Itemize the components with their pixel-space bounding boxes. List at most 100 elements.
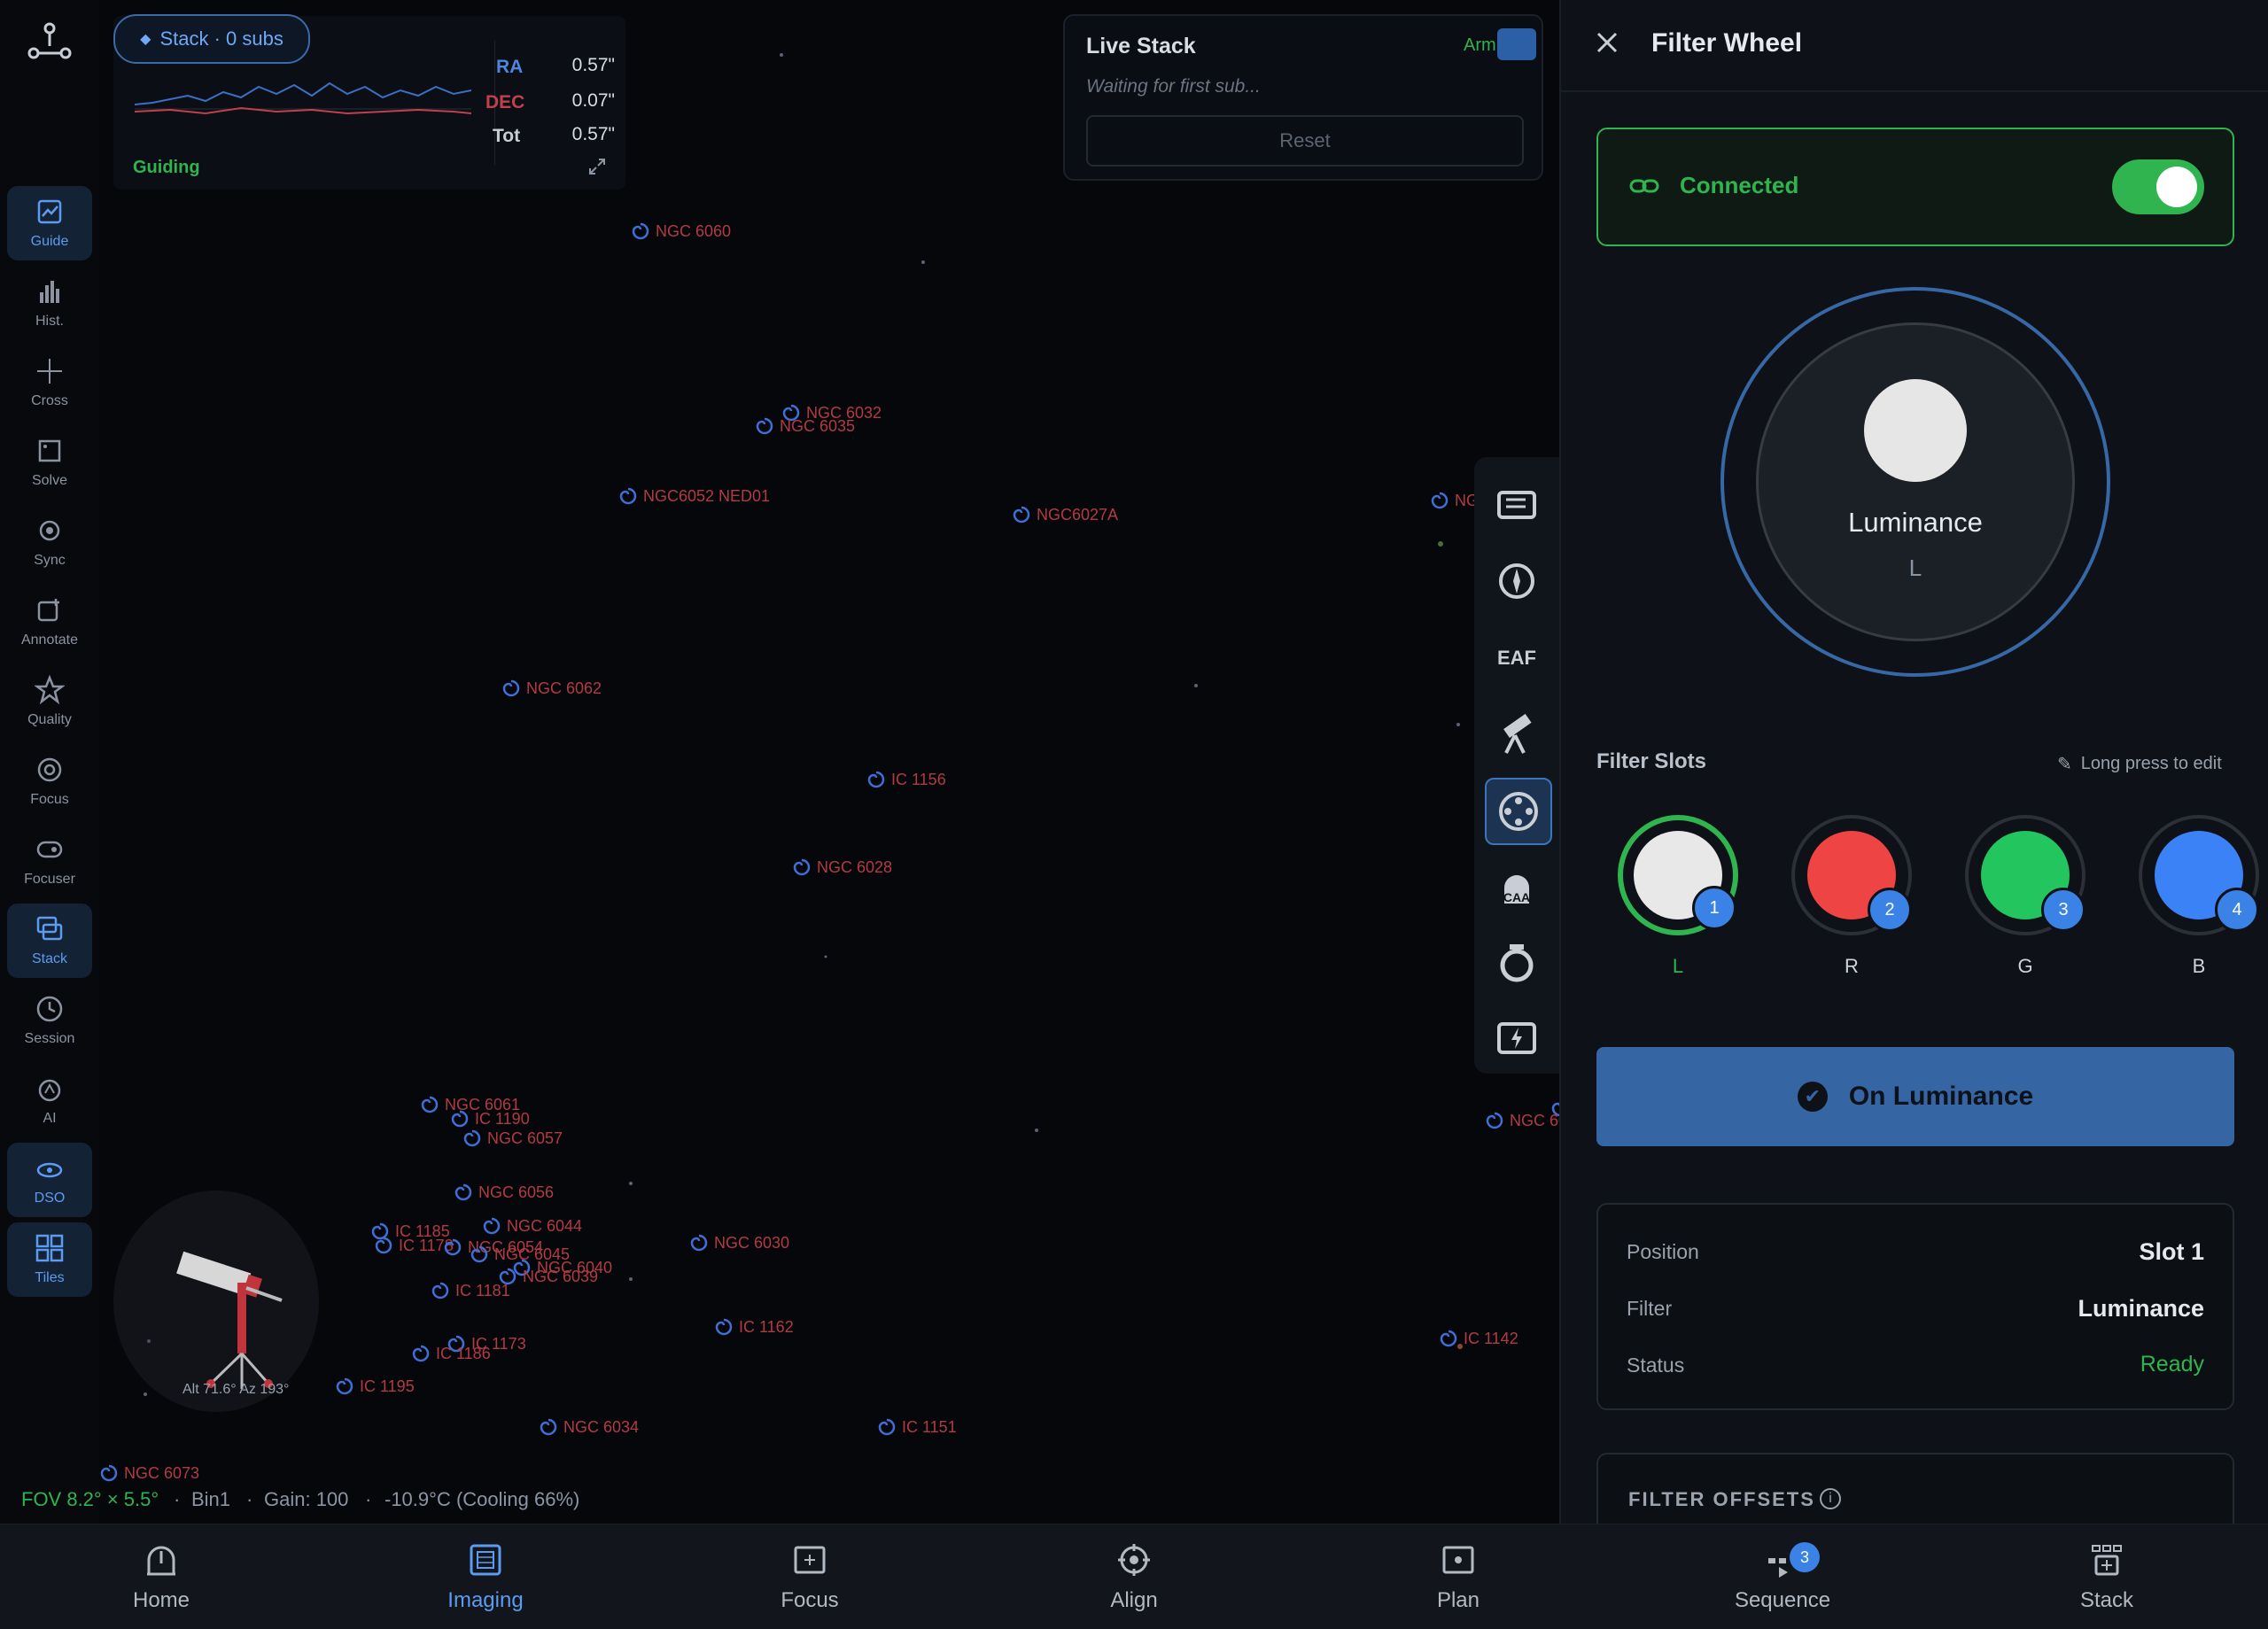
- nav-focus[interactable]: Focus: [721, 1524, 898, 1629]
- rail-item-label: Cross: [31, 393, 68, 408]
- nav-imaging[interactable]: Imaging: [397, 1524, 574, 1629]
- rail-item-cross[interactable]: Cross: [7, 345, 92, 420]
- galaxy-marker-icon: [1013, 506, 1030, 524]
- mount-widget[interactable]: Alt 71.6° Az 193°: [113, 1191, 319, 1412]
- device-power-box-button[interactable]: [1485, 1006, 1549, 1070]
- device-filter-wheel-button[interactable]: [1485, 778, 1552, 845]
- device-camera-button[interactable]: [1485, 473, 1549, 537]
- device-telescope-button[interactable]: [1485, 702, 1549, 765]
- filter-offsets-card[interactable]: FILTER OFFSETS i: [1596, 1453, 2234, 1525]
- dso-marker[interactable]: IC 1162: [714, 1317, 794, 1337]
- nav-label: Plan: [1436, 1588, 1480, 1612]
- dso-label: IC 1186: [436, 1344, 491, 1362]
- galaxy-marker-icon: [502, 679, 520, 697]
- dso-marker[interactable]: NGC6052 NED01: [618, 486, 770, 506]
- dso-marker[interactable]: IC 1156: [866, 770, 946, 789]
- rail-item-focus[interactable]: Focus: [7, 744, 92, 818]
- galaxy-marker-icon: [431, 1282, 449, 1299]
- rail-item-label: Stack: [31, 951, 67, 966]
- filter-slot-2[interactable]: 2R: [1790, 815, 1914, 992]
- filter-slot-label: L: [1672, 955, 1684, 977]
- dso-label: NGC 6035: [780, 416, 856, 435]
- dso-marker[interactable]: NGC 6028: [792, 857, 892, 877]
- rail-item-focuser[interactable]: Focuser: [7, 824, 92, 898]
- dso-marker[interactable]: NGC 6056: [454, 1183, 554, 1202]
- device-caa-button[interactable]: CAA: [1485, 854, 1549, 918]
- nav-align[interactable]: Align: [1045, 1524, 1223, 1629]
- rail-item-guide[interactable]: Guide: [7, 186, 92, 260]
- filter-slot-3[interactable]: 3G: [1963, 815, 2087, 992]
- dso-marker[interactable]: IC 1195: [335, 1377, 415, 1396]
- app-logo-icon[interactable]: [27, 21, 73, 62]
- filter-value: Luminance: [2078, 1295, 2204, 1322]
- galaxy-marker-icon: [619, 487, 637, 505]
- dso-marker[interactable]: IC 1151: [877, 1417, 957, 1437]
- dso-marker[interactable]: NGC6027A: [1012, 505, 1118, 524]
- ring-icon: [1500, 944, 1534, 982]
- dso-marker[interactable]: IC 1190: [450, 1109, 530, 1129]
- dso-marker[interactable]: NGC 6044: [482, 1216, 582, 1236]
- rail-item-session[interactable]: Session: [7, 983, 92, 1058]
- galaxy-marker-icon: [421, 1096, 439, 1113]
- expand-icon[interactable]: [586, 156, 608, 177]
- connection-toggle[interactable]: [2112, 159, 2204, 214]
- dso-marker[interactable]: IC 1178: [374, 1236, 454, 1255]
- stack-pill[interactable]: ◆ Stack · 0 subs: [113, 14, 310, 64]
- nav-home[interactable]: Home: [73, 1524, 250, 1629]
- rail-item-stack[interactable]: Stack: [7, 904, 92, 978]
- slot-number-badge: 2: [1868, 888, 1912, 932]
- galaxy-marker-icon: [375, 1237, 392, 1254]
- dso-marker[interactable]: IC 1142: [1439, 1329, 1518, 1348]
- dso-marker[interactable]: IC 1186: [411, 1344, 491, 1363]
- slot-number-badge: 1: [1692, 886, 1736, 930]
- rail-item-annotate[interactable]: Annotate: [7, 585, 92, 659]
- filter-slot-4[interactable]: 4B: [2137, 815, 2261, 992]
- reset-button[interactable]: Reset: [1086, 115, 1524, 167]
- nav-label: Imaging: [447, 1588, 524, 1612]
- dso-label: NGC 6028: [817, 857, 893, 876]
- rail-item-solve[interactable]: Solve: [7, 425, 92, 500]
- rail-item-dso[interactable]: DSO: [7, 1143, 92, 1217]
- dso-label: IC 1142: [1464, 1329, 1518, 1347]
- mount-readout: Alt 71.6° Az 193°: [183, 1382, 290, 1397]
- rail-item-tiles[interactable]: Tiles: [7, 1222, 92, 1297]
- current-filter-name: Luminance: [1848, 507, 1983, 538]
- rail-item-sync[interactable]: Sync: [7, 505, 92, 579]
- close-icon[interactable]: [1593, 28, 1621, 57]
- solve-icon: [38, 439, 61, 462]
- dso-marker[interactable]: NGC 6060: [631, 221, 731, 241]
- dso-label: NGC 6056: [478, 1183, 555, 1201]
- device-ring-button[interactable]: [1485, 930, 1549, 994]
- status-value: Ready: [2140, 1352, 2204, 1377]
- nav-plan[interactable]: Plan: [1370, 1524, 1547, 1629]
- dso-label: IC 1156: [891, 770, 946, 788]
- stack-pill-label: Stack · 0 subs: [159, 27, 284, 50]
- nav-stack[interactable]: Stack: [2018, 1524, 2195, 1629]
- ra-value: 0.57": [571, 55, 615, 75]
- camera-armed-icon[interactable]: [1497, 28, 1536, 60]
- nav-label: Focus: [781, 1588, 839, 1612]
- dso-marker[interactable]: NGC 6039: [498, 1267, 598, 1286]
- dso-marker[interactable]: NGC 6030: [689, 1233, 789, 1253]
- dso-label: NGC 6060: [656, 221, 732, 240]
- rail-item-quality[interactable]: Quality: [7, 664, 92, 739]
- dso-marker[interactable]: NGC 6035: [755, 416, 855, 436]
- rail-item-label: Annotate: [20, 632, 79, 648]
- nav-sequence[interactable]: Sequence 3: [1694, 1524, 1871, 1629]
- rail-item-ai[interactable]: AI: [7, 1063, 92, 1137]
- device-eaf-button[interactable]: EAF: [1485, 625, 1549, 689]
- dso-marker[interactable]: NGC 6062: [501, 679, 602, 698]
- dso-marker[interactable]: NGC 6057: [462, 1129, 563, 1148]
- galaxy-marker-icon: [756, 417, 773, 435]
- info-icon[interactable]: i: [1820, 1488, 1841, 1509]
- filter-slot-1[interactable]: 1L: [1616, 815, 1740, 992]
- sky-map[interactable]: NGC 6060 NGC 6032 NGC 6035 NGC6052 NED01 NGC…: [99, 0, 1651, 1524]
- rail-item-label: Solve: [31, 473, 68, 488]
- rail-item-hist[interactable]: Hist.: [7, 266, 92, 340]
- dso-marker[interactable]: NGC 6034: [539, 1417, 639, 1437]
- nav-label: Sequence: [1734, 1588, 1831, 1612]
- galaxy-marker-icon: [867, 771, 885, 788]
- dso-marker[interactable]: IC 1181: [431, 1281, 510, 1300]
- on-luminance-button[interactable]: ✔ On Luminance: [1596, 1047, 2234, 1146]
- device-mount-guide-button[interactable]: [1485, 549, 1549, 613]
